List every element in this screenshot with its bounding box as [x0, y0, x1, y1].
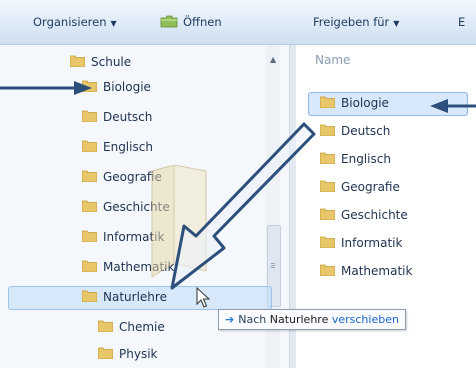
scroll-up-icon[interactable]: ▲: [270, 55, 276, 64]
folder-icon: [82, 200, 97, 212]
tree-item-label: Schule: [91, 55, 132, 69]
drag-move-tooltip: ➔ Nach Naturlehre verschieben: [218, 309, 406, 330]
folder-icon: [320, 180, 335, 192]
folder-icon: [82, 110, 97, 122]
tree-item-label: Physik: [119, 347, 158, 361]
file-item-label: Geschichte: [341, 208, 408, 222]
tree-item-label: Englisch: [103, 140, 153, 154]
tree-item-label: Biologie: [103, 80, 151, 94]
mouse-cursor-icon: [196, 287, 211, 308]
tooltip-prefix: Nach: [238, 313, 267, 326]
move-arrow-icon: ➔: [225, 313, 235, 326]
folder-icon: [82, 230, 97, 242]
overflow-label: E: [458, 15, 466, 29]
file-item-label: Mathematik: [341, 264, 413, 278]
tooltip-target: Naturlehre: [269, 313, 329, 326]
tooltip-verb: verschieben: [331, 313, 399, 326]
open-label: Öffnen: [183, 15, 222, 29]
tree-item-label: Naturlehre: [103, 290, 167, 304]
share-label: Freigeben für: [313, 15, 390, 29]
folder-icon: [320, 124, 335, 136]
open-folder-icon: [160, 15, 178, 28]
file-item-label: Englisch: [341, 152, 391, 166]
file-item-label: Biologie: [341, 96, 389, 110]
folder-icon: [320, 236, 335, 248]
scrollbar-grip-icon: [271, 263, 275, 264]
chevron-down-icon: ▼: [393, 19, 400, 28]
file-item-label: Deutsch: [341, 124, 391, 138]
folder-icon: [82, 170, 97, 182]
folder-icon: [70, 55, 85, 67]
tree-item-label: Deutsch: [103, 110, 153, 124]
folder-icon: [82, 260, 97, 272]
file-item-label: Informatik: [341, 236, 403, 250]
folder-icon: [320, 208, 335, 220]
folder-icon: [320, 152, 335, 164]
organize-button[interactable]: Organisieren ▼: [33, 12, 117, 32]
folder-icon: [82, 140, 97, 152]
folder-icon: [82, 80, 97, 92]
toolbar-overflow-button[interactable]: E: [458, 12, 465, 32]
folder-icon: [98, 320, 113, 332]
column-header-name[interactable]: Name: [315, 53, 350, 67]
open-button[interactable]: Öffnen: [160, 12, 222, 32]
organize-label: Organisieren: [33, 15, 107, 29]
folder-icon: [82, 290, 97, 302]
folder-icon: [320, 264, 335, 276]
tree-item-label: Chemie: [119, 320, 165, 334]
file-item-label: Geografie: [341, 180, 400, 194]
command-bar: Organisieren ▼ Öffnen Freigeben für ▼ E: [0, 0, 476, 45]
folder-icon: [320, 96, 335, 108]
drag-ghost-folder-icon: [151, 165, 207, 278]
share-button[interactable]: Freigeben für ▼: [313, 12, 399, 32]
chevron-down-icon: ▼: [110, 19, 117, 28]
folder-icon: [98, 347, 113, 359]
